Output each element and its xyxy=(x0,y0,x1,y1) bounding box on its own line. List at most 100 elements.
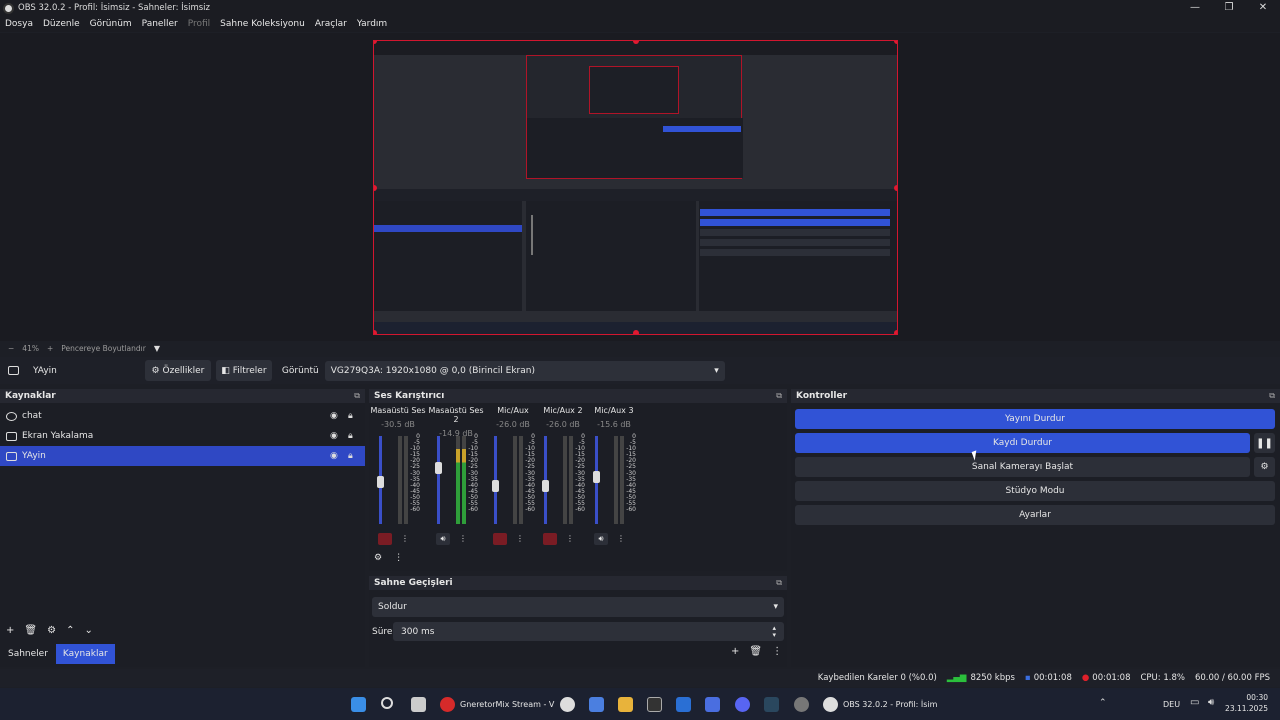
muted-speaker-icon[interactable] xyxy=(378,533,392,545)
source-item-screen-capture[interactable]: Ekran Yakalama ◉ 🔒︎ xyxy=(0,426,365,446)
minimize-button[interactable]: — xyxy=(1178,0,1212,16)
filters-button[interactable]: ◧ Filtreler xyxy=(215,360,272,381)
network-icon[interactable]: ▭ xyxy=(1190,697,1199,708)
source-item-chat[interactable]: chat ◉ 🔒︎ xyxy=(0,406,365,426)
scale-tick: -60 xyxy=(410,506,420,514)
taskbar-app-opera[interactable]: GneretorMix Stream - V xyxy=(460,700,554,709)
more-options-icon[interactable]: ⋮ xyxy=(772,646,782,657)
store-icon[interactable] xyxy=(705,697,720,712)
chevron-down-icon[interactable]: ⌄ xyxy=(84,625,92,636)
muted-speaker-icon[interactable] xyxy=(493,533,507,545)
fader-knob[interactable] xyxy=(492,480,499,492)
menu-docks[interactable]: Paneller xyxy=(142,19,178,29)
fader-knob[interactable] xyxy=(377,475,384,488)
eye-icon[interactable]: ◉ xyxy=(330,431,338,441)
folder-icon[interactable] xyxy=(618,697,633,712)
mixer-settings-icon[interactable]: ⚙ xyxy=(374,553,382,563)
add-icon[interactable]: + xyxy=(731,646,739,657)
xbox-icon[interactable] xyxy=(794,697,809,712)
fader-knob[interactable] xyxy=(593,471,600,484)
volume-icon[interactable]: 🔊︎ xyxy=(1208,697,1214,708)
muted-speaker-icon[interactable] xyxy=(543,533,557,545)
channel-name: Masaüstü Ses 2 xyxy=(428,406,484,424)
duration-input[interactable]: 300 ms ▴ ▾ xyxy=(393,622,784,641)
lock-icon[interactable]: 🔒︎ xyxy=(348,451,353,461)
zoom-level: 41% xyxy=(22,343,39,353)
task-view-icon[interactable] xyxy=(411,697,426,712)
lock-icon[interactable]: 🔒︎ xyxy=(348,411,353,421)
trash-icon[interactable]: 🗑︎ xyxy=(24,625,37,636)
menu-profile[interactable]: Profil xyxy=(188,19,210,29)
stop-record-button[interactable]: Kaydı Durdur xyxy=(795,433,1250,453)
fit-to-window-label[interactable]: Pencereye Boyutlandır xyxy=(61,344,146,353)
start-virtual-camera-button[interactable]: Sanal Kamerayı Başlat xyxy=(795,457,1250,477)
menu-scene-collection[interactable]: Sahne Koleksiyonu xyxy=(220,19,305,29)
undock-icon[interactable]: ⧉ xyxy=(776,391,782,401)
fader-knob[interactable] xyxy=(435,462,442,475)
discord-icon[interactable] xyxy=(735,697,750,712)
undock-icon[interactable]: ⧉ xyxy=(1269,391,1275,401)
more-options-icon[interactable]: ⋮ xyxy=(513,533,527,545)
virtual-camera-settings-button[interactable]: ⚙ xyxy=(1254,457,1275,477)
search-icon[interactable] xyxy=(381,697,393,709)
zoom-out-button[interactable]: − xyxy=(8,344,14,353)
speaker-icon[interactable]: 🔊︎ xyxy=(594,533,608,545)
menu-file[interactable]: Dosya xyxy=(5,19,33,29)
more-options-icon[interactable]: ⋮ xyxy=(563,533,577,545)
close-button[interactable]: ✕ xyxy=(1246,0,1280,16)
pause-record-button[interactable]: ❚❚ xyxy=(1254,433,1275,453)
window-title: OBS 32.0.2 - Profil: İsimsiz - Sahneler:… xyxy=(18,3,210,13)
maximize-button[interactable]: ❐ xyxy=(1212,0,1246,16)
more-options-icon[interactable]: ⋮ xyxy=(398,533,412,545)
more-options-icon[interactable]: ⋮ xyxy=(394,553,403,563)
undock-icon[interactable]: ⧉ xyxy=(354,391,360,401)
zoom-in-button[interactable]: + xyxy=(47,344,53,353)
menu-tools[interactable]: Araçlar xyxy=(315,19,347,29)
unreal-icon[interactable] xyxy=(560,697,575,712)
steam-icon[interactable] xyxy=(764,697,779,712)
gear-icon[interactable]: ⚙ xyxy=(47,625,56,636)
clock-time[interactable]: 00:30 xyxy=(1230,693,1268,702)
eye-icon[interactable]: ◉ xyxy=(330,411,338,421)
mixer-header: Ses Karıştırıcı ⧉ xyxy=(369,389,787,403)
speaker-icon[interactable]: 🔊︎ xyxy=(436,533,450,545)
chevron-up-icon[interactable]: ⌃ xyxy=(66,625,74,636)
transition-select[interactable]: Soldur ▾ xyxy=(372,597,784,617)
outlook-icon[interactable] xyxy=(676,697,691,712)
menu-edit[interactable]: Düzenle xyxy=(43,19,80,29)
more-options-icon[interactable]: ⋮ xyxy=(456,533,470,545)
clock-date[interactable]: 23.11.2025 xyxy=(1218,704,1268,713)
stepper-icon[interactable]: ▴ ▾ xyxy=(772,624,776,639)
mixer-toolbar: ⚙ ⋮ xyxy=(374,553,403,563)
epic-games-icon[interactable] xyxy=(647,697,662,712)
display-select[interactable]: VG279Q3A: 1920x1080 @ 0,0 (Birincil Ekra… xyxy=(324,360,725,381)
add-icon[interactable]: + xyxy=(6,625,14,636)
tab-sources[interactable]: Kaynaklar xyxy=(55,644,115,664)
fader-knob[interactable] xyxy=(542,480,549,492)
stop-stream-button[interactable]: Yayını Durdur xyxy=(795,409,1275,429)
zoom-dropdown-icon[interactable]: ▼ xyxy=(154,344,160,353)
opera-icon[interactable] xyxy=(440,697,455,712)
source-item-yayin[interactable]: YAyin ◉ 🔒︎ xyxy=(0,446,365,466)
more-options-icon[interactable]: ⋮ xyxy=(614,533,628,545)
menu-view[interactable]: Görünüm xyxy=(90,19,132,29)
volume-fader[interactable] xyxy=(437,436,440,524)
tray-chevron-up-icon[interactable]: ⌃ xyxy=(1099,698,1107,708)
eye-icon[interactable]: ◉ xyxy=(330,451,338,461)
preview-canvas[interactable] xyxy=(373,40,898,335)
trash-icon[interactable]: 🗑︎ xyxy=(749,646,762,657)
taskbar-app-obs[interactable]: OBS 32.0.2 - Profil: İsim xyxy=(843,700,937,709)
undock-icon[interactable]: ⧉ xyxy=(776,578,782,588)
settings-button[interactable]: Ayarlar xyxy=(795,505,1275,525)
obs-icon[interactable] xyxy=(823,697,838,712)
studio-mode-button[interactable]: Stüdyo Modu xyxy=(795,481,1275,501)
properties-button[interactable]: ⚙ Özellikler xyxy=(144,360,211,381)
transition-value: Soldur xyxy=(378,602,407,612)
app-icon[interactable] xyxy=(589,697,604,712)
lock-icon[interactable]: 🔒︎ xyxy=(348,431,353,441)
keyboard-language[interactable]: DEU xyxy=(1163,700,1180,709)
tab-scenes[interactable]: Sahneler xyxy=(0,644,56,664)
menu-help[interactable]: Yardım xyxy=(357,19,387,29)
start-icon[interactable] xyxy=(351,697,366,712)
duration-label: Süre xyxy=(372,627,393,637)
